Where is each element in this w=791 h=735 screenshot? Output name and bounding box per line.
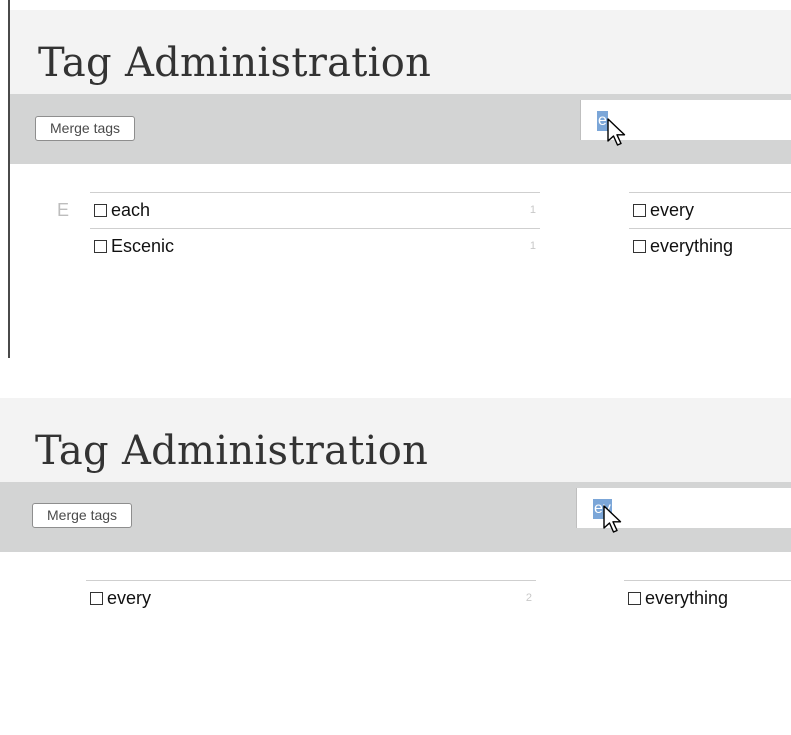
tag-name: every	[107, 588, 152, 608]
checkbox-icon[interactable]	[633, 240, 646, 253]
tag-row[interactable]: everything	[629, 228, 791, 264]
toolbar: Merge tags ev	[0, 482, 791, 552]
tag-count: 1	[529, 240, 536, 252]
letter-heading: E	[57, 200, 70, 220]
checkbox-icon[interactable]	[90, 592, 103, 605]
tag-row[interactable]: Escenic 1	[90, 228, 540, 264]
tag-name: every	[650, 200, 695, 220]
tag-admin-panel-1: Tag Administration Merge tags e E each 1…	[0, 0, 791, 358]
tag-search-box[interactable]: ev	[576, 488, 791, 528]
tag-name: Escenic	[111, 236, 175, 256]
checkbox-icon[interactable]	[633, 204, 646, 217]
search-selected-text: e	[597, 111, 608, 131]
search-selected-text: ev	[593, 499, 612, 519]
tag-row[interactable]: every 2	[86, 580, 536, 616]
toolbar: Merge tags e	[10, 94, 791, 164]
tag-admin-panel-2: Tag Administration Merge tags ev every 2…	[0, 398, 791, 735]
title-bar: Tag Administration	[0, 398, 791, 482]
checkbox-icon[interactable]	[628, 592, 641, 605]
tag-row[interactable]: every	[629, 192, 791, 228]
checkbox-icon[interactable]	[94, 204, 107, 217]
merge-tags-button[interactable]: Merge tags	[32, 503, 133, 528]
title-bar: Tag Administration	[10, 10, 791, 94]
tag-row[interactable]: each 1	[90, 192, 540, 228]
tag-name: each	[111, 200, 151, 220]
page-title: Tag Administration	[38, 40, 432, 86]
tag-row[interactable]: everything	[624, 580, 791, 616]
tag-search-box[interactable]: e	[580, 100, 791, 140]
tag-count: 2	[525, 592, 532, 604]
checkbox-icon[interactable]	[94, 240, 107, 253]
page-title: Tag Administration	[35, 428, 429, 474]
tag-count: 1	[529, 204, 536, 216]
tag-name: everything	[650, 236, 734, 256]
tag-name: everything	[645, 588, 729, 608]
tag-search-input[interactable]	[581, 100, 791, 140]
merge-tags-button[interactable]: Merge tags	[35, 116, 136, 141]
